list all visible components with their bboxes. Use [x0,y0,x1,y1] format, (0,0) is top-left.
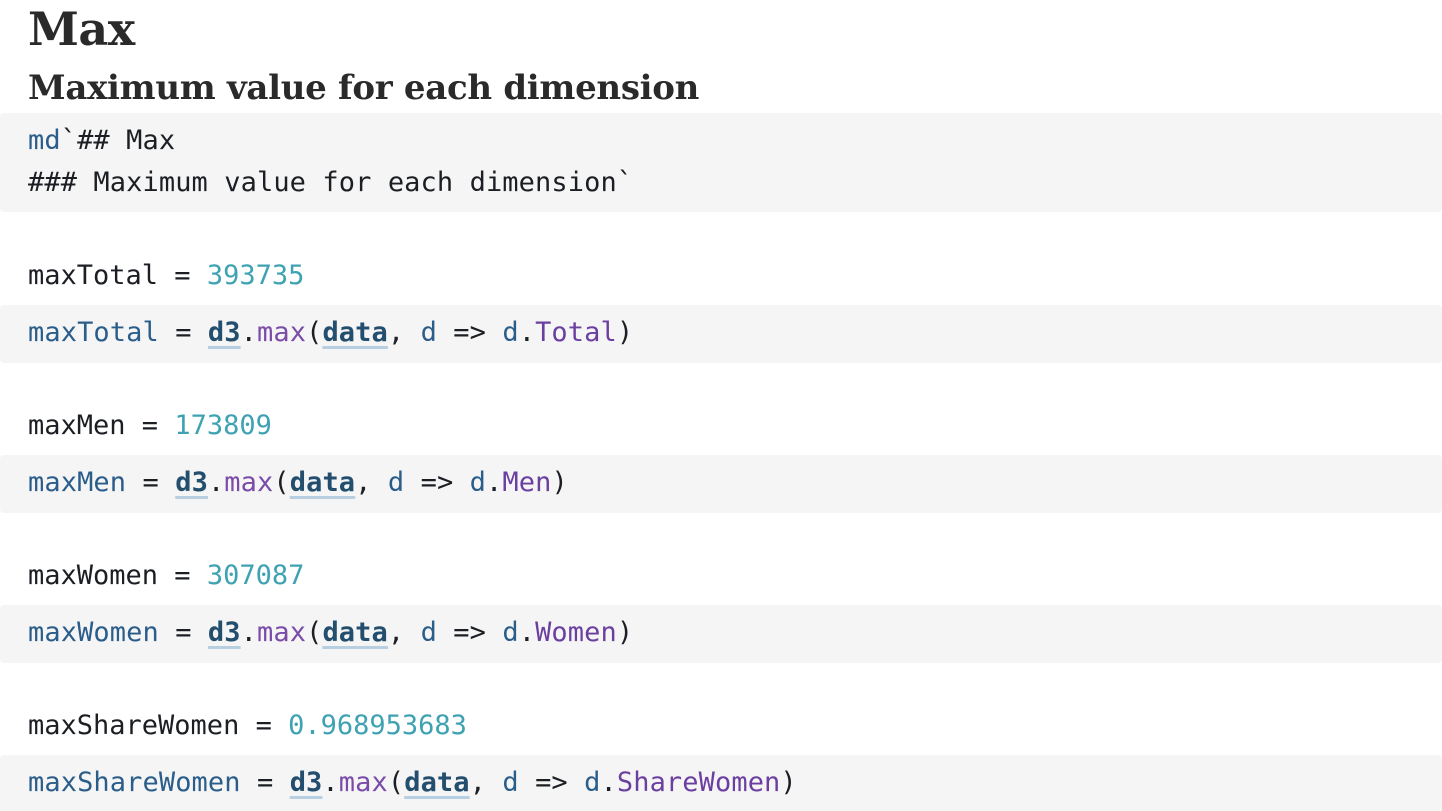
output-name: maxShareWomen [28,710,240,741]
output-name: maxMen [28,410,126,441]
source-open-paren: ( [306,617,323,648]
md-line-1-text: `## Max [60,125,176,156]
source-arrow: => [436,317,503,348]
cell-source-line: maxWomen = d3.max(data, d => d.Women) [28,613,633,653]
source-dot-2: . [486,467,503,498]
markdown-source-line-2: ### Maximum value for each dimension` [28,163,633,203]
source-data-ref[interactable]: data [404,767,469,798]
source-dot: . [207,467,225,498]
source-equals: = [158,617,208,648]
cell-source-line: maxTotal = d3.max(data, d => d.Total) [28,313,633,353]
source-close-paren: ) [616,317,634,348]
source-param-ref: d [502,617,519,648]
source-name: maxWomen [28,617,159,648]
markdown-source-line-1: md`## Max [28,121,175,161]
source-library-ref[interactable]: d3 [208,617,241,648]
cell-output[interactable]: maxWomen = 307087 [28,556,304,596]
source-param: d [387,467,405,498]
output-value: 307087 [206,560,305,591]
source-comma: , [469,767,503,798]
output-name: maxWomen [28,560,159,591]
source-library-ref[interactable]: d3 [208,317,241,348]
source-function: max [257,617,307,648]
output-equals: = [125,410,175,441]
source-property: Men [502,467,552,498]
cell-source[interactable]: maxMen = d3.max(data, d => d.Men) [0,455,1442,513]
source-comma: , [355,467,388,498]
source-param-ref: d [502,317,519,348]
source-library-ref[interactable]: d3 [175,467,208,498]
source-property: Women [535,617,617,648]
source-param: d [502,767,519,798]
source-dot: . [240,617,257,648]
source-data-ref[interactable]: data [322,617,387,648]
cell-source[interactable]: maxTotal = d3.max(data, d => d.Total) [0,305,1442,363]
page-subtitle: Maximum value for each dimension [28,68,700,108]
source-open-paren: ( [306,317,323,348]
source-dot: . [322,767,339,798]
source-dot-2: . [518,317,536,348]
source-dot: . [240,317,257,348]
cell-output[interactable]: maxTotal = 393735 [28,256,304,296]
source-close-paren: ) [616,617,634,648]
source-name: maxShareWomen [28,767,241,798]
md-line-2-text: ### Maximum value for each dimension` [28,167,634,198]
source-param: d [420,617,437,648]
cell-source[interactable]: maxShareWomen = d3.max(data, d => d.Shar… [0,755,1442,811]
source-close-paren: ) [551,467,568,498]
output-equals: = [158,560,207,591]
source-function: max [338,767,388,798]
source-equals: = [126,467,176,498]
page-title: Max [28,2,135,56]
source-param-ref: d [584,767,601,798]
cell-source-line: maxMen = d3.max(data, d => d.Men) [28,463,568,503]
source-param: d [420,317,437,348]
source-name: maxTotal [28,317,159,348]
output-name: maxTotal [28,260,159,291]
output-equals: = [239,710,289,741]
source-equals: = [158,317,208,348]
source-dot-2: . [600,767,617,798]
source-library-ref[interactable]: d3 [290,767,323,798]
cell-output[interactable]: maxShareWomen = 0.968953683 [28,706,467,746]
cell-output[interactable]: maxMen = 173809 [28,406,272,446]
source-arrow: => [518,767,585,798]
source-data-ref[interactable]: data [290,467,355,498]
cell-source[interactable]: maxWomen = d3.max(data, d => d.Women) [0,605,1442,663]
source-function: max [257,317,307,348]
source-data-ref[interactable]: data [322,317,387,348]
source-param-ref: d [469,467,487,498]
source-arrow: => [436,617,503,648]
source-equals: = [240,767,290,798]
source-open-paren: ( [387,767,405,798]
source-comma: , [387,617,421,648]
source-property: Total [535,317,617,348]
cell-source-line: maxShareWomen = d3.max(data, d => d.Shar… [28,763,797,803]
source-close-paren: ) [780,767,797,798]
output-value: 173809 [174,410,272,441]
markdown-source-cell[interactable]: md`## Max ### Maximum value for each dim… [0,113,1442,212]
output-equals: = [158,260,207,291]
source-function: max [224,467,274,498]
output-value: 393735 [206,260,305,291]
source-comma: , [387,317,421,348]
source-property: ShareWomen [616,767,781,798]
source-name: maxMen [28,467,127,498]
md-tag: md [28,125,61,156]
output-value: 0.968953683 [288,710,467,741]
source-dot-2: . [518,617,536,648]
source-open-paren: ( [273,467,290,498]
source-arrow: => [404,467,470,498]
